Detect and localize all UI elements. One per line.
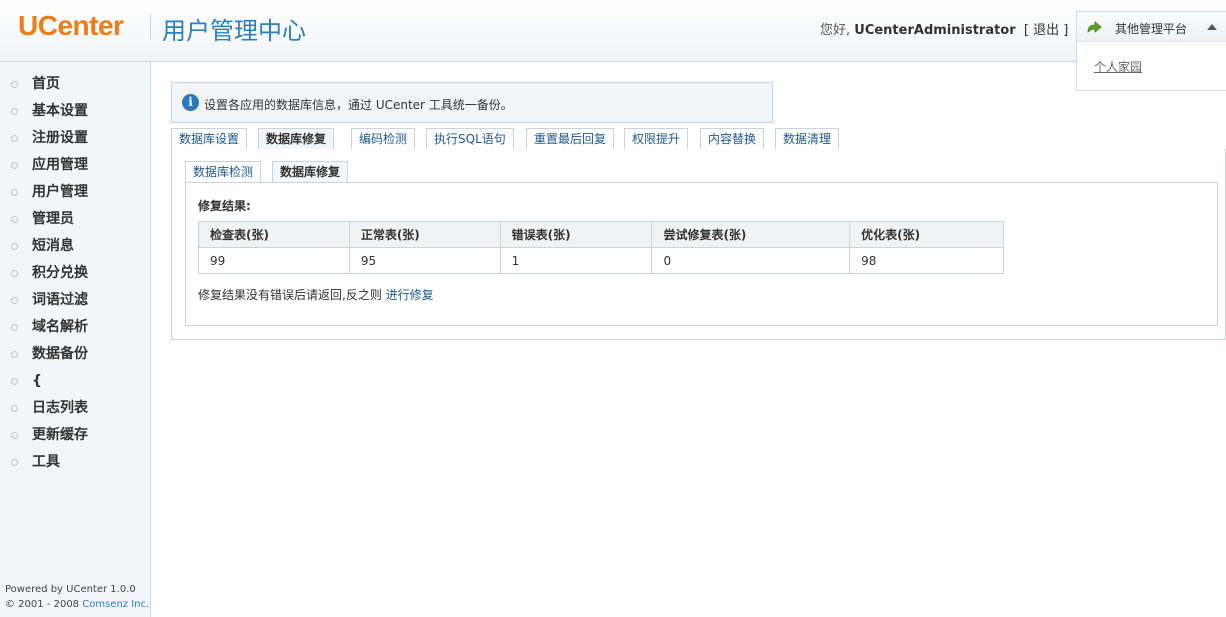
sidebar-item-brace[interactable]: { [0, 370, 150, 397]
repair-result-panel: 修复结果: 检查表(张) 正常表(张) 错误表(张) 尝试修复表(张) 优化表(… [185, 182, 1218, 326]
info-notice: i 设置各应用的数据库信息，通过 UCenter 工具统一备份。 [171, 82, 773, 123]
circle-bullet-icon [11, 432, 18, 439]
repair-link[interactable]: 进行修复 [386, 288, 434, 302]
sidebar-footer: Powered by UCenter 1.0.0 © 2001 - 2008 C… [5, 582, 149, 612]
platform-link-home[interactable]: 个人家园 [1094, 58, 1142, 75]
copyright-text: © 2001 - 2008 Comsenz Inc. [5, 599, 150, 610]
circle-bullet-icon [11, 324, 18, 331]
sidebar-item-word-filter[interactable]: 词语过滤 [0, 289, 150, 316]
subtab-db-check[interactable]: 数据库检测 [185, 161, 262, 183]
subtab-db-repair[interactable]: 数据库修复 [272, 161, 349, 184]
circle-bullet-icon [11, 405, 18, 412]
greeting-prefix: 您好, [820, 23, 855, 38]
circle-bullet-icon [11, 270, 18, 277]
username: UCenterAdministrator [854, 23, 1016, 38]
caret-up-icon [1207, 24, 1217, 30]
circle-bullet-icon [11, 378, 18, 385]
tab-reset-last-reply[interactable]: 重置最后回复 [526, 128, 615, 150]
user-greeting: 您好, UCenterAdministrator [ 退出 ] [820, 19, 1068, 38]
info-icon: i [182, 94, 199, 111]
main-content: i 设置各应用的数据库信息，通过 UCenter 工具统一备份。 数据库设置 数… [171, 82, 1226, 341]
table-cell: 0 [651, 247, 851, 274]
header: UCenter 用户管理中心 您好, UCenterAdministrator … [0, 0, 1226, 62]
circle-bullet-icon [11, 216, 18, 223]
tab-db-repair[interactable]: 数据库修复 [258, 128, 335, 151]
circle-bullet-icon [11, 108, 18, 115]
circle-bullet-icon [11, 459, 18, 466]
table-cell: 99 [198, 247, 350, 274]
logout-link[interactable]: [ 退出 ] [1024, 23, 1068, 38]
sidebar-item-messages[interactable]: 短消息 [0, 235, 150, 262]
sidebar-item-credit-exchange[interactable]: 积分兑换 [0, 262, 150, 289]
tab-data-cleanup[interactable]: 数据清理 [775, 128, 840, 150]
sidebar-item-tools[interactable]: 工具 [0, 451, 150, 478]
circle-bullet-icon [11, 81, 18, 88]
sidebar-item-app-management[interactable]: 应用管理 [0, 154, 150, 181]
table-cell: 95 [348, 247, 501, 274]
other-platforms-label: 其他管理平台 [1115, 22, 1188, 36]
circle-bullet-icon [11, 351, 18, 358]
column-header: 正常表(张) [348, 221, 501, 248]
app-title: 用户管理中心 [162, 17, 306, 45]
other-platforms-dropdown: 其他管理平台 个人家园 [1076, 11, 1226, 91]
db-tool-tabs: 数据库设置 数据库修复 编码检测 执行SQL语句 重置最后回复 权限提升 内容替… [171, 128, 1226, 151]
tab-execute-sql[interactable]: 执行SQL语句 [426, 128, 514, 150]
result-title: 修复结果: [198, 199, 251, 213]
column-header: 优化表(张) [849, 221, 1004, 248]
sidebar-item-administrators[interactable]: 管理员 [0, 208, 150, 235]
powered-by-text: Powered by UCenter 1.0.0 [5, 584, 136, 595]
result-note: 修复结果没有错误后请返回,反之则 进行修复 [198, 288, 434, 302]
sidebar-item-home[interactable]: 首页 [0, 73, 150, 100]
table-row: 99 95 1 0 98 [198, 247, 1004, 274]
sidebar-item-log-list[interactable]: 日志列表 [0, 397, 150, 424]
sidebar: 首页 基本设置 注册设置 应用管理 用户管理 管理员 短消息 积分兑换 词语过滤… [0, 62, 151, 617]
table-header-row: 检查表(张) 正常表(张) 错误表(张) 尝试修复表(张) 优化表(张) [198, 221, 1004, 248]
tab-content-replace[interactable]: 内容替换 [700, 128, 765, 150]
sidebar-item-basic-settings[interactable]: 基本设置 [0, 100, 150, 127]
tab-permission-upgrade[interactable]: 权限提升 [624, 128, 689, 150]
sidebar-item-domain-resolve[interactable]: 域名解析 [0, 316, 150, 343]
sidebar-item-register-settings[interactable]: 注册设置 [0, 127, 150, 154]
circle-bullet-icon [11, 162, 18, 169]
sidebar-item-data-backup[interactable]: 数据备份 [0, 343, 150, 370]
circle-bullet-icon [11, 135, 18, 142]
sidebar-item-update-cache[interactable]: 更新缓存 [0, 424, 150, 451]
table-cell: 98 [849, 247, 1004, 274]
sidebar-nav: 首页 基本设置 注册设置 应用管理 用户管理 管理员 短消息 积分兑换 词语过滤… [0, 73, 150, 478]
logo-separator [150, 14, 151, 40]
tab-db-settings[interactable]: 数据库设置 [171, 128, 248, 150]
circle-bullet-icon [11, 189, 18, 196]
column-header: 错误表(张) [499, 221, 653, 248]
comsenz-link[interactable]: Comsenz Inc. [82, 599, 149, 610]
ucenter-logo[interactable]: UCenter [18, 10, 124, 42]
sidebar-item-user-management[interactable]: 用户管理 [0, 181, 150, 208]
table-cell: 1 [499, 247, 653, 274]
info-text: 设置各应用的数据库信息，通过 UCenter 工具统一备份。 [204, 98, 513, 112]
db-repair-panel: 数据库检测 数据库修复 修复结果: 检查表(张) 正常表(张) 错误表(张) 尝… [171, 149, 1226, 340]
column-header: 尝试修复表(张) [651, 221, 851, 248]
circle-bullet-icon [11, 243, 18, 250]
other-platforms-toggle[interactable]: 其他管理平台 [1077, 12, 1226, 42]
repair-subtabs: 数据库检测 数据库修复 [185, 161, 1218, 184]
column-header: 检查表(张) [198, 221, 350, 248]
result-table: 检查表(张) 正常表(张) 错误表(张) 尝试修复表(张) 优化表(张) 99 … [198, 221, 1004, 274]
circle-bullet-icon [11, 297, 18, 304]
forward-arrow-icon [1087, 21, 1102, 33]
tab-encoding-check[interactable]: 编码检测 [351, 128, 416, 150]
